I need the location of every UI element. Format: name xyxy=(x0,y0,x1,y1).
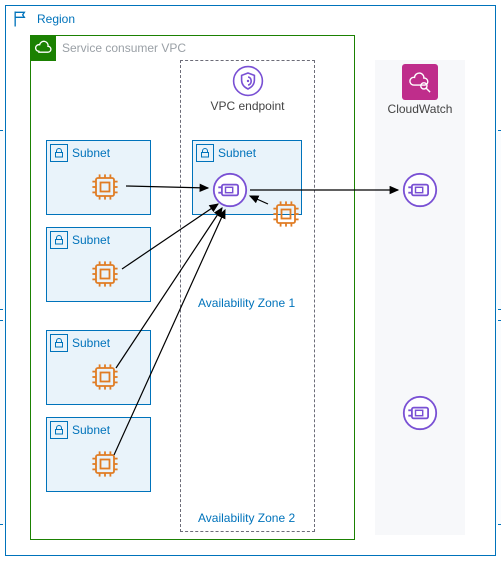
region-label: Region xyxy=(37,12,75,26)
lock-icon xyxy=(50,421,68,439)
az2-label: Availability Zone 2 xyxy=(198,511,295,525)
subnet-label: Subnet xyxy=(72,233,110,247)
compute-icon xyxy=(268,196,304,232)
cloudwatch-column: CloudWatch xyxy=(375,60,465,535)
compute-icon xyxy=(87,446,123,482)
subnet-box-1: Subnet xyxy=(46,140,151,215)
subnet-head-2: Subnet xyxy=(47,228,150,249)
az1-label: Availability Zone 1 xyxy=(198,296,295,310)
eni-cloudwatch-icon xyxy=(402,395,438,431)
cloud-vpc-icon xyxy=(30,35,56,61)
lock-icon xyxy=(50,231,68,249)
subnet-head-3: Subnet xyxy=(47,331,150,352)
compute-icon xyxy=(87,169,123,205)
subnet-label: Subnet xyxy=(218,146,256,160)
subnet-head-1: Subnet xyxy=(47,141,150,162)
cloudwatch-label: CloudWatch xyxy=(388,102,453,116)
vpc-label: Service consumer VPC xyxy=(62,41,186,55)
subnet-head-5: Subnet xyxy=(193,141,301,162)
subnet-label: Subnet xyxy=(72,336,110,350)
lock-icon xyxy=(50,144,68,162)
lock-icon xyxy=(196,144,214,162)
compute-icon xyxy=(87,256,123,292)
shield-endpoint-icon xyxy=(232,65,264,97)
lock-icon xyxy=(50,334,68,352)
subnet-label: Subnet xyxy=(72,146,110,160)
vpc-endpoint-label: VPC endpoint xyxy=(210,99,284,113)
subnet-label: Subnet xyxy=(72,423,110,437)
subnet-box-4: Subnet xyxy=(46,417,151,492)
subnet-head-4: Subnet xyxy=(47,418,150,439)
cloudwatch-service-icon xyxy=(402,64,438,100)
subnet-box-2: Subnet xyxy=(46,227,151,302)
flag-icon xyxy=(11,9,31,29)
subnet-box-3: Subnet xyxy=(46,330,151,405)
cloudwatch-header: CloudWatch xyxy=(375,64,465,116)
eni-endpoint-icon xyxy=(212,172,248,208)
compute-icon xyxy=(87,359,123,395)
diagram-canvas: Region Service consumer VPC VPC endpoint xyxy=(0,0,501,561)
eni-cloudwatch-icon xyxy=(402,172,438,208)
vpc-header: Service consumer VPC xyxy=(30,35,186,61)
vpc-endpoint-header: VPC endpoint xyxy=(181,65,314,113)
region-header: Region xyxy=(6,6,80,32)
